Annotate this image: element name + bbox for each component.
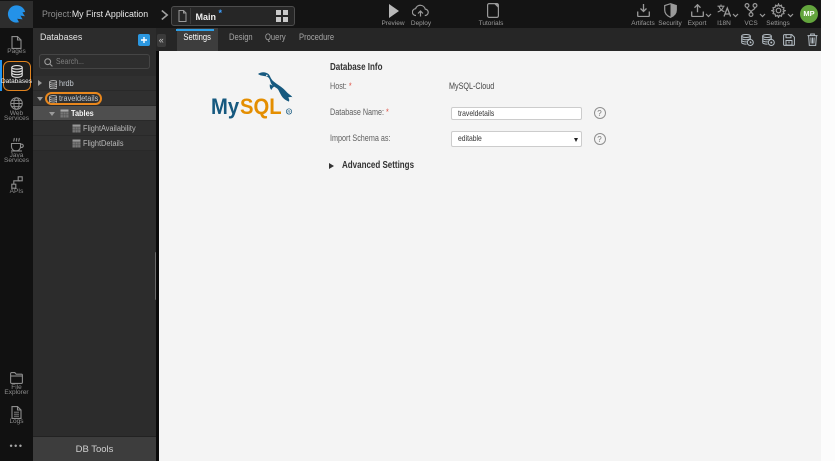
svg-text:My: My — [211, 95, 239, 119]
